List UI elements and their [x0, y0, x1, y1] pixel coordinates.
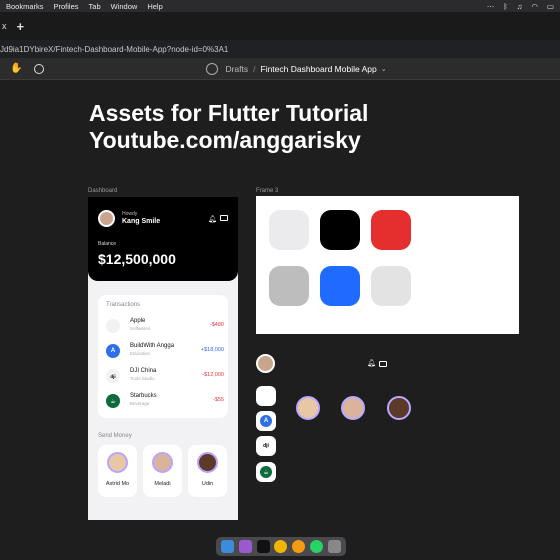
macos-dock [216, 537, 346, 556]
wifi-icon[interactable]: ◠ [531, 2, 538, 11]
transactions-title: Transactions [106, 302, 141, 308]
contact-card[interactable]: Astrid Mo [98, 445, 137, 497]
transaction-category: Beverage [130, 401, 150, 406]
asset-avatar[interactable] [256, 354, 275, 373]
contact-name: Astrid Mo [105, 481, 130, 487]
asset-dji-icon[interactable]: dji [256, 436, 276, 456]
heading-line-2: Youtube.com/anggarisky [89, 127, 361, 153]
asset-starbucks-glyph: ☕ [260, 466, 272, 478]
frame-3[interactable] [256, 196, 519, 334]
bluetooth-icon[interactable]: ᛒ [503, 2, 508, 11]
menu-bookmarks[interactable]: Bookmarks [6, 2, 44, 11]
comment-tool-icon[interactable] [34, 63, 45, 74]
breadcrumb-separator: / [253, 63, 256, 74]
swatch-light-gray[interactable] [269, 210, 309, 250]
transaction-category: Tools Studio [130, 376, 155, 381]
starbucks-icon: ☕ [106, 394, 120, 408]
contact-name: Udin [201, 481, 214, 487]
transaction-name: DJI China [130, 368, 157, 374]
contact-avatar [197, 452, 218, 473]
send-money-title: Send Money [98, 433, 132, 439]
frame-label-dashboard[interactable]: Dashboard [88, 188, 117, 194]
asset-bell-icon[interactable]: 🔔︎ [367, 359, 376, 367]
breadcrumb-drafts[interactable]: Drafts [225, 64, 248, 74]
contact-name: Meladi [154, 481, 171, 487]
asset-contact-avatar[interactable] [341, 396, 365, 420]
menu-tab[interactable]: Tab [89, 2, 101, 11]
transaction-name: BuildWith Angga [130, 343, 175, 349]
user-name: Kang Smile [122, 218, 161, 225]
heading-line-1: Assets for Flutter Tutorial [89, 100, 369, 126]
asset-buildwithangga-glyph: A [260, 415, 272, 427]
browser-tabbar: x + [0, 12, 560, 40]
battery-icon[interactable]: ▭ [547, 2, 554, 11]
transaction-category: Softwares [130, 326, 151, 331]
finder-icon[interactable] [221, 540, 235, 553]
transaction-amount: -$55 [212, 397, 224, 403]
asset-contact-avatar[interactable] [296, 396, 320, 420]
dashboard-frame[interactable]: Howdy Kang Smile 🔔︎ Balance $12,500,000 … [88, 197, 238, 520]
tab-close-button[interactable]: x [2, 21, 7, 31]
transaction-category: Education [130, 351, 151, 356]
swatch-blue[interactable] [320, 266, 360, 306]
contact-card[interactable]: Meladi [143, 445, 182, 497]
canvas-heading: Assets for Flutter Tutorial Youtube.com/… [89, 100, 368, 154]
swatch-gray[interactable] [269, 266, 309, 306]
chevron-down-icon[interactable]: ⌄ [381, 65, 387, 73]
appletv-icon[interactable] [256, 540, 270, 553]
buildwithangga-icon: A [106, 344, 120, 358]
user-avatar [98, 210, 115, 227]
menu-window[interactable]: Window [111, 2, 138, 11]
bell-icon[interactable]: 🔔︎ [208, 215, 217, 223]
dji-icon: dji [106, 369, 120, 383]
asset-mail-icon[interactable] [379, 361, 387, 367]
figma-toolbar: ✋ Drafts / Fintech Dashboard Mobile App … [0, 58, 560, 80]
file-name[interactable]: Fintech Dashboard Mobile App [261, 64, 377, 74]
header-card: Howdy Kang Smile 🔔︎ Balance $12,500,000 [88, 197, 238, 281]
asset-contact-avatar[interactable] [387, 396, 411, 420]
transaction-name: Apple [130, 318, 146, 324]
transaction-row[interactable]: dji DJI China Tools Studio -$12,000 [106, 367, 224, 387]
apple-icon [106, 319, 120, 333]
swatch-red[interactable] [371, 210, 411, 250]
whatsapp-icon[interactable] [309, 540, 323, 553]
mail-icon[interactable] [220, 215, 228, 221]
contact-avatar [152, 452, 173, 473]
balance-value: $12,500,000 [98, 251, 176, 267]
contact-avatar [107, 452, 128, 473]
menu-help[interactable]: Help [147, 2, 162, 11]
contact-card[interactable]: Udin [188, 445, 227, 497]
transaction-amount: -$480 [209, 322, 224, 328]
chrome-icon[interactable] [274, 540, 288, 553]
team-avatar-icon[interactable] [206, 62, 219, 75]
greeting-text: Howdy [122, 211, 138, 217]
transaction-amount: +$18,000 [200, 347, 224, 353]
transaction-row[interactable]: ☕ Starbucks Beverage -$55 [106, 392, 224, 412]
asset-apple-icon[interactable] [256, 386, 276, 406]
podcasts-icon[interactable] [239, 540, 253, 553]
system-menubar: Bookmarks Profiles Tab Window Help ⋯ ᛒ ♫… [0, 0, 560, 12]
url-text[interactable]: Jd9ia1DYbireX/Fintech-Dashboard-Mobile-A… [0, 45, 228, 54]
transaction-row[interactable]: A BuildWith Angga Education +$18,000 [106, 342, 224, 362]
swatch-black[interactable] [320, 210, 360, 250]
asset-buildwithangga-icon[interactable]: A [256, 411, 276, 431]
dots-icon[interactable]: ⋯ [487, 2, 495, 11]
balance-label: Balance [98, 241, 117, 247]
hand-tool-icon[interactable]: ✋ [10, 63, 22, 74]
transaction-name: Starbucks [130, 393, 157, 399]
transaction-amount: -$12,000 [202, 372, 224, 378]
address-bar[interactable]: Jd9ia1DYbireX/Fintech-Dashboard-Mobile-A… [0, 40, 560, 58]
transaction-row[interactable]: Apple Softwares -$480 [106, 317, 224, 337]
audio-icon[interactable]: ♫ [517, 2, 523, 11]
status-icons: ⋯ ᛒ ♫ ◠ ▭ [487, 2, 560, 11]
frame-label-frame3[interactable]: Frame 3 [256, 188, 278, 194]
menu-profiles[interactable]: Profiles [54, 2, 79, 11]
trash-icon[interactable] [327, 540, 341, 553]
transactions-card: Transactions Apple Softwares -$480 A Bui… [98, 295, 228, 418]
photos-icon[interactable] [292, 540, 306, 553]
asset-starbucks-icon[interactable]: ☕ [256, 462, 276, 482]
new-tab-button[interactable]: + [17, 19, 25, 34]
swatch-pale-gray[interactable] [371, 266, 411, 306]
